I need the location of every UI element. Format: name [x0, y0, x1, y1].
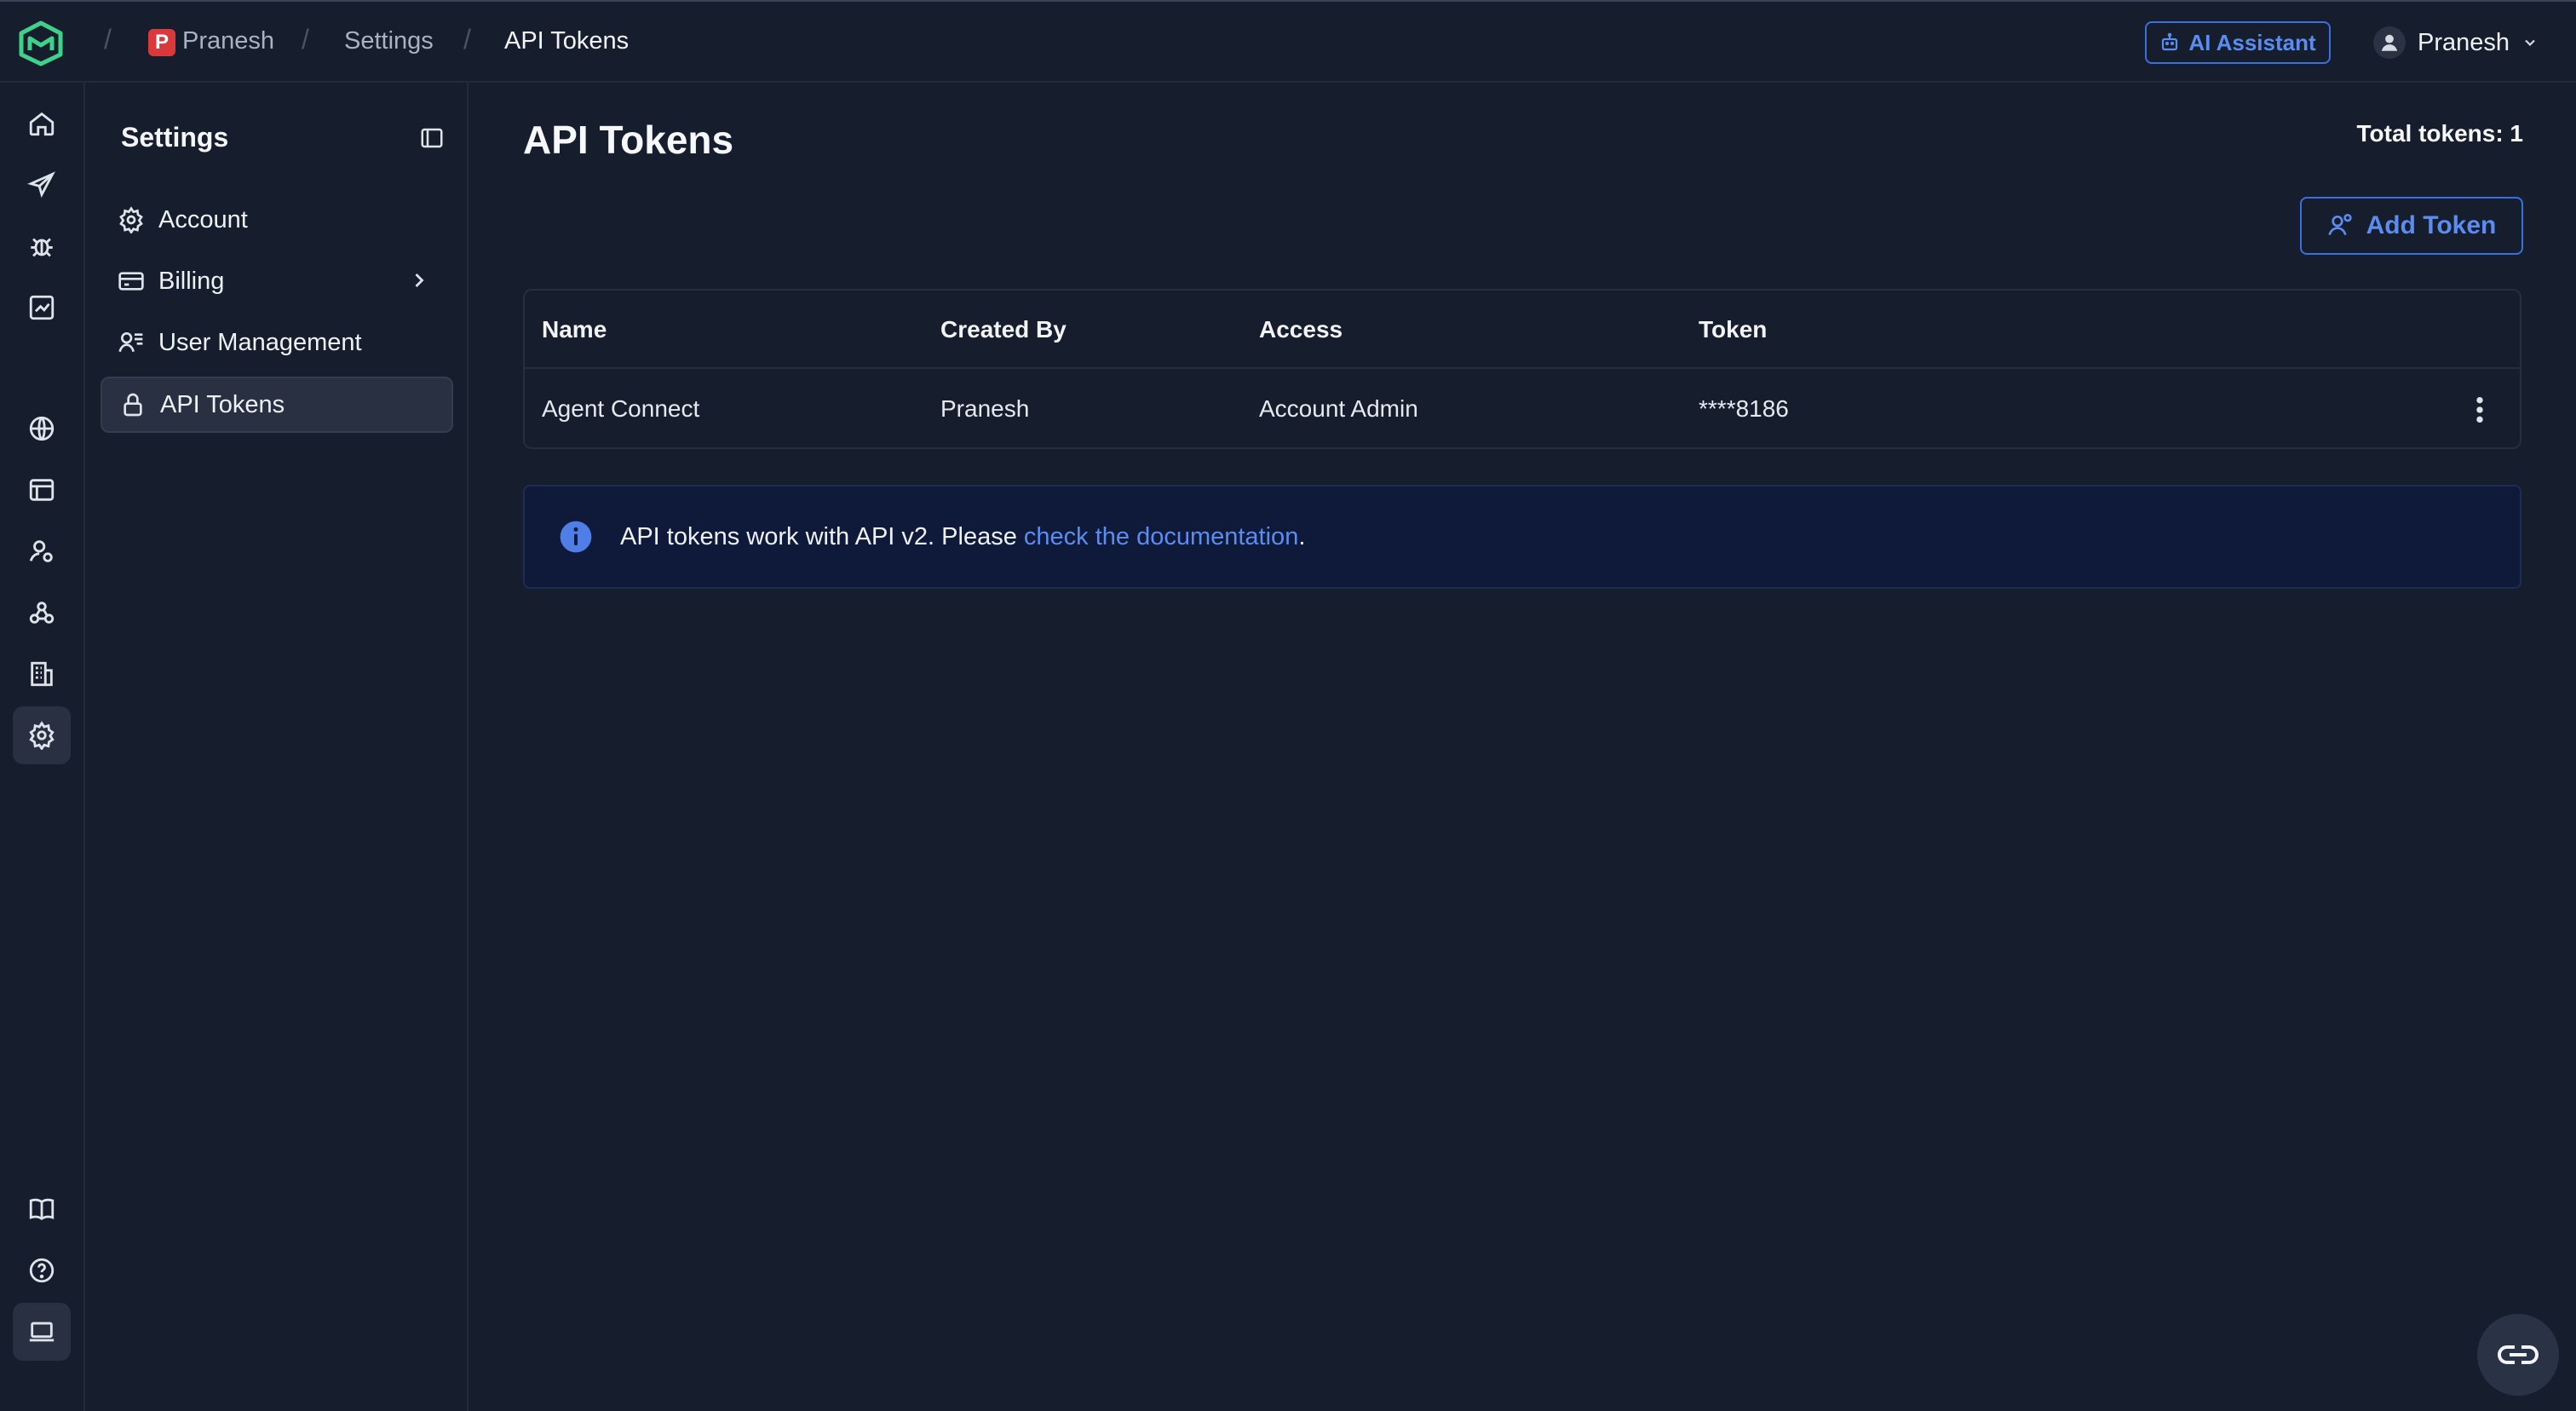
org-avatar: P: [148, 29, 175, 56]
webhook-icon: [29, 602, 55, 624]
column-header-token[interactable]: Token: [1699, 291, 1767, 369]
app-root: / P Pranesh / Settings / API Tokens AI A…: [0, 0, 2576, 1411]
bug-icon: [31, 238, 53, 257]
book-icon: [29, 1198, 55, 1221]
settings-sidebar: Settings Account Billing User Management…: [87, 83, 469, 1411]
rail-home[interactable]: [13, 95, 71, 153]
table-header: Name Created By Access Token: [525, 291, 2520, 369]
more-actions-icon[interactable]: [2474, 395, 2486, 424]
ai-assistant-button[interactable]: AI Assistant: [2145, 21, 2331, 64]
sidebar-item-user-management[interactable]: User Management: [101, 314, 453, 371]
credit-card-icon: [118, 272, 144, 291]
rail-layout[interactable]: [13, 461, 71, 519]
rail-help[interactable]: [13, 1241, 71, 1299]
info-text: API tokens work with API v2. Please chec…: [620, 523, 1305, 551]
token-name: Agent Connect: [542, 395, 700, 422]
column-header-name[interactable]: Name: [542, 291, 607, 369]
user-name: Pranesh: [2418, 28, 2510, 56]
user-settings-icon: [29, 540, 53, 562]
breadcrumb-settings[interactable]: Settings: [344, 27, 434, 55]
app-logo[interactable]: [17, 20, 65, 66]
column-header-access[interactable]: Access: [1259, 291, 1343, 369]
building-icon: [31, 661, 53, 687]
add-token-label: Add Token: [2366, 211, 2497, 239]
monitor-icon: [29, 1322, 55, 1342]
robot-icon: [2162, 32, 2178, 51]
breadcrumb-separator: /: [302, 24, 309, 55]
breadcrumb-org[interactable]: Pranesh: [182, 27, 274, 55]
sidebar-item-account[interactable]: Account: [101, 192, 453, 248]
top-bar: / P Pranesh / Settings / API Tokens AI A…: [0, 0, 2576, 83]
rail-organization[interactable]: [13, 645, 71, 703]
sidebar-item-api-tokens[interactable]: API Tokens: [101, 377, 453, 433]
sidebar-collapse-icon[interactable]: [419, 125, 445, 151]
send-icon: [27, 171, 55, 199]
lock-icon: [124, 393, 142, 417]
rail-globe[interactable]: [13, 400, 71, 458]
user-avatar-icon: [2373, 26, 2406, 59]
page-title: API Tokens: [523, 118, 734, 162]
sidebar-item-label: Account: [158, 205, 248, 233]
rail-device[interactable]: [13, 1303, 71, 1361]
sidebar-item-label: API Tokens: [160, 390, 285, 418]
breadcrumb-separator: /: [104, 24, 112, 55]
ai-assistant-label: AI Assistant: [2188, 29, 2316, 55]
sidebar-item-label: User Management: [158, 328, 362, 356]
add-token-button[interactable]: Add Token: [2300, 197, 2523, 255]
add-user-icon: [2327, 214, 2352, 236]
breadcrumb-current: API Tokens: [504, 27, 630, 55]
gear-icon: [119, 206, 143, 233]
gear-icon: [29, 721, 55, 750]
link-icon: [2498, 1345, 2539, 1364]
chart-icon: [29, 295, 55, 320]
rail-webhooks[interactable]: [13, 584, 71, 642]
rail-send[interactable]: [13, 156, 71, 214]
main-content: API Tokens Total tokens: 1 Add Token Nam…: [470, 83, 2576, 1411]
column-header-created-by[interactable]: Created By: [940, 291, 1067, 369]
tokens-table: Name Created By Access Token Agent Conne…: [523, 289, 2521, 449]
chevron-right-icon: [415, 274, 424, 287]
info-icon: [560, 521, 592, 553]
token-value: ****8186: [1699, 395, 1789, 422]
total-tokens: Total tokens: 1: [2356, 120, 2523, 147]
info-banner: API tokens work with API v2. Please chec…: [523, 485, 2521, 589]
breadcrumb-separator: /: [463, 24, 471, 55]
chevron-down-icon: [2525, 39, 2535, 47]
users-list-icon: [118, 332, 143, 353]
rail-settings[interactable]: [13, 706, 71, 764]
home-icon: [29, 112, 55, 136]
help-icon: [29, 1258, 55, 1283]
user-menu[interactable]: Pranesh: [2373, 22, 2539, 63]
layout-icon: [29, 479, 55, 501]
token-access: Account Admin: [1259, 395, 1418, 422]
info-suffix: .: [1298, 522, 1306, 550]
table-row[interactable]: Agent Connect Pranesh Account Admin ****…: [525, 370, 2520, 447]
icon-rail: [0, 83, 85, 1411]
info-message: API tokens work with API v2. Please: [620, 522, 1024, 550]
sidebar-title: Settings: [121, 122, 229, 153]
rail-analytics[interactable]: [13, 279, 71, 337]
token-created-by: Pranesh: [940, 395, 1030, 422]
rail-docs[interactable]: [13, 1180, 71, 1238]
globe-icon: [29, 416, 55, 441]
rail-bug[interactable]: [13, 217, 71, 275]
documentation-link[interactable]: check the documentation: [1024, 523, 1298, 550]
sidebar-item-billing[interactable]: Billing: [101, 253, 453, 309]
chat-widget-button[interactable]: [2477, 1314, 2559, 1396]
sidebar-item-label: Billing: [158, 267, 225, 295]
rail-user-settings[interactable]: [13, 522, 71, 580]
